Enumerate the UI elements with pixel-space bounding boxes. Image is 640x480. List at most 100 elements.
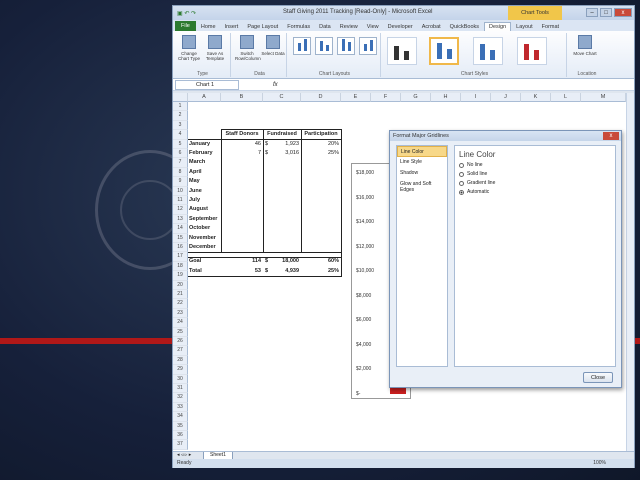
row-header[interactable]: 34 [173, 412, 188, 422]
row-header[interactable]: 11 [173, 196, 188, 206]
change-chart-type-button[interactable]: Change Chart Type [177, 35, 201, 61]
style-thumb-4[interactable] [517, 37, 547, 65]
row-header[interactable]: 13 [173, 214, 188, 225]
row-header[interactable]: 15 [173, 233, 188, 243]
column-header[interactable]: D [301, 93, 341, 102]
row-header[interactable]: 33 [173, 402, 188, 413]
row-header[interactable]: 20 [173, 280, 188, 290]
row-header[interactable]: 7 [173, 158, 188, 168]
category-shadow[interactable]: Shadow [397, 168, 447, 179]
category-line-style[interactable]: Line Style [397, 157, 447, 168]
column-header[interactable]: F [371, 93, 401, 102]
tab-page-layout[interactable]: Page Layout [243, 23, 282, 31]
tab-acrobat[interactable]: Acrobat [418, 23, 445, 31]
row-header[interactable]: 12 [173, 205, 188, 215]
select-data-button[interactable]: Select Data [261, 35, 285, 56]
save-as-template-button[interactable]: Save As Template [203, 35, 227, 61]
row-header[interactable]: 10 [173, 186, 188, 196]
tab-format[interactable]: Format [538, 23, 563, 31]
row-header[interactable]: 26 [173, 337, 188, 347]
tab-view[interactable]: View [363, 23, 383, 31]
tab-home[interactable]: Home [197, 23, 220, 31]
tab-file[interactable]: File [175, 21, 196, 31]
tab-insert[interactable]: Insert [221, 23, 243, 31]
column-header[interactable]: I [461, 93, 491, 102]
tab-developer[interactable]: Developer [384, 23, 417, 31]
category-glow-soft-edges[interactable]: Glow and Soft Edges [397, 179, 447, 193]
fx-icon[interactable]: fx [273, 82, 278, 88]
row-header[interactable]: 18 [173, 261, 188, 272]
row-header[interactable]: 17 [173, 252, 188, 262]
row-header[interactable]: 30 [173, 374, 188, 384]
tab-quickbooks[interactable]: QuickBooks [446, 23, 483, 31]
vertical-scrollbar[interactable] [626, 93, 634, 451]
row-header[interactable]: 9 [173, 177, 188, 187]
row-header[interactable]: 35 [173, 421, 188, 431]
tab-formulas[interactable]: Formulas [283, 23, 314, 31]
row-header[interactable]: 37 [173, 440, 188, 450]
row-header[interactable]: 5 [173, 139, 188, 149]
row-header[interactable]: 21 [173, 290, 188, 300]
style-thumb-2[interactable] [429, 37, 459, 65]
column-header[interactable]: C [263, 93, 301, 102]
select-all-corner[interactable] [173, 93, 188, 102]
row-header[interactable]: 4 [173, 130, 188, 140]
row-header[interactable]: 19 [173, 271, 188, 281]
row-header[interactable]: 36 [173, 431, 188, 441]
row-header[interactable]: 2 [173, 111, 188, 121]
move-chart-button[interactable]: Move Chart [573, 35, 597, 56]
option-solid-line[interactable]: Solid line [459, 171, 615, 177]
tab-data[interactable]: Data [315, 23, 335, 31]
row-header[interactable]: 6 [173, 149, 188, 159]
tab-layout[interactable]: Layout [512, 23, 537, 31]
row-header[interactable]: 24 [173, 318, 188, 328]
layout-thumb-4[interactable] [359, 37, 377, 55]
sheet-nav-arrows[interactable]: ◂ ◃ ▹ ▸ [177, 452, 191, 458]
header-staff-donors: Staff Donors [225, 131, 259, 137]
column-header[interactable]: L [551, 93, 581, 102]
row-header[interactable]: 28 [173, 355, 188, 366]
minimize-button[interactable]: – [586, 8, 598, 17]
layout-thumb-3[interactable] [337, 37, 355, 55]
row-header[interactable]: 1 [173, 102, 188, 112]
layout-thumb-1[interactable] [293, 37, 311, 55]
column-header[interactable]: A [188, 93, 221, 102]
column-header[interactable]: E [341, 93, 371, 102]
row-header[interactable]: 14 [173, 224, 188, 234]
row-header[interactable]: 29 [173, 365, 188, 375]
row-header[interactable]: 31 [173, 384, 188, 394]
column-header[interactable]: B [221, 93, 263, 102]
option-automatic[interactable]: Automatic [459, 189, 615, 195]
column-header[interactable]: J [491, 93, 521, 102]
switch-row-column-button[interactable]: Switch Row/Column [235, 35, 261, 61]
quick-access-toolbar[interactable]: ▣ ↶ ↷ [177, 10, 196, 17]
dialog-close-icon[interactable]: x [603, 132, 619, 140]
style-thumb-1[interactable] [387, 37, 417, 65]
feb-participation: 25% [327, 150, 339, 156]
total-amount: 4,939 [285, 267, 299, 274]
row-header[interactable]: 25 [173, 327, 188, 337]
dialog-close-button[interactable]: Close [583, 372, 613, 383]
row-header[interactable]: 16 [173, 243, 188, 253]
column-header[interactable]: H [431, 93, 461, 102]
row-header[interactable]: 32 [173, 393, 188, 403]
tab-design[interactable]: Design [484, 22, 512, 31]
row-header[interactable]: 23 [173, 308, 188, 319]
close-window-button[interactable]: x [614, 8, 632, 17]
row-header[interactable]: 22 [173, 299, 188, 309]
row-header[interactable]: 3 [173, 120, 188, 131]
option-gradient-line[interactable]: Gradient line [459, 180, 615, 186]
row-header[interactable]: 27 [173, 346, 188, 356]
zoom-level[interactable]: 100% [593, 459, 606, 468]
column-header[interactable]: K [521, 93, 551, 102]
name-box[interactable]: Chart 1 [175, 79, 239, 90]
layout-thumb-2[interactable] [315, 37, 333, 55]
maximize-button[interactable]: □ [600, 8, 612, 17]
column-header[interactable]: G [401, 93, 431, 102]
column-header[interactable]: M [581, 93, 626, 102]
row-header[interactable]: 8 [173, 167, 188, 178]
style-thumb-3[interactable] [473, 37, 503, 65]
option-no-line[interactable]: No line [459, 162, 615, 168]
category-line-color[interactable]: Line Color [397, 146, 447, 157]
tab-review[interactable]: Review [336, 23, 362, 31]
